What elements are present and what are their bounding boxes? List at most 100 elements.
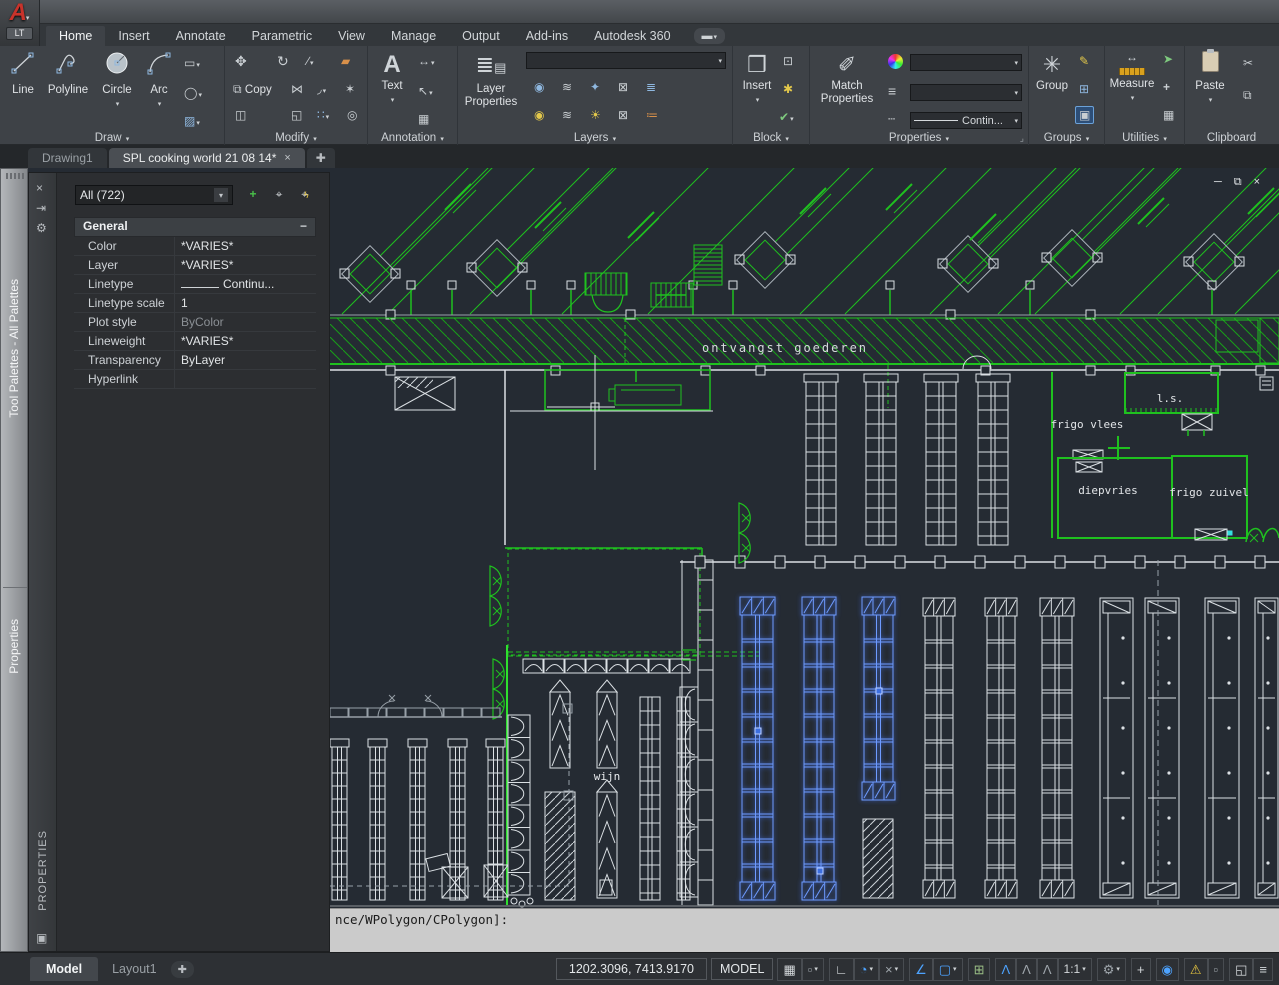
grid-icon[interactable]: ▦	[777, 958, 801, 981]
status-menu-icon[interactable]: ≡	[1253, 958, 1273, 981]
ribbon-tab-output[interactable]: Output	[449, 26, 513, 46]
layer-lock-icon[interactable]: ⊠	[618, 80, 628, 94]
ribbon-tab-insert[interactable]: Insert	[105, 26, 162, 46]
tray-plus-icon[interactable]: +	[1131, 958, 1151, 981]
draw-panel-label[interactable]: Draw ▾	[0, 132, 224, 144]
layer-on-icon[interactable]: ◉	[534, 108, 544, 122]
hatch-tool-icon[interactable]: ▨▾	[184, 114, 200, 131]
arc-caret-icon[interactable]: ▾	[158, 101, 162, 108]
group-edit-icon[interactable]: ✎	[1079, 54, 1089, 68]
edit-block-icon[interactable]: ✱	[783, 82, 793, 96]
polar-tracking-icon[interactable]: ◔▾	[854, 958, 879, 981]
copy-clip-icon[interactable]: ⧉	[1243, 88, 1252, 102]
text-button[interactable]: A Text▾	[374, 50, 410, 107]
fullscreen-icon[interactable]: ◱	[1229, 958, 1253, 981]
osnap-icon[interactable]: ▢▾	[933, 958, 963, 981]
palette-grip[interactable]	[6, 173, 24, 179]
new-drawing-tab-button[interactable]: ✚	[307, 148, 335, 168]
trim-icon[interactable]: ∕▾	[307, 54, 314, 71]
layer-isolate-icon[interactable]: ✦	[590, 80, 600, 94]
quick-calc-icon[interactable]: ▦	[1163, 108, 1174, 122]
measure-caret-icon[interactable]: ▾	[1131, 95, 1135, 102]
file-tab-drawing1[interactable]: Drawing1	[28, 148, 107, 168]
layer-dropdown[interactable]: ▾	[526, 52, 726, 69]
drawing-minimize-icon[interactable]: ─	[1214, 176, 1222, 189]
autocad-logo[interactable]: A▾ LT	[0, 0, 40, 46]
graphics-warning-icon[interactable]: ⚠	[1184, 958, 1208, 981]
paste-caret-icon[interactable]: ▾	[1209, 97, 1213, 104]
block-attributes-icon[interactable]: ✔▾	[779, 110, 794, 127]
selection-filter-dropdown[interactable]: All (722) ▾	[75, 185, 233, 205]
fillet-icon[interactable]: ◞▾	[317, 82, 326, 99]
model-space[interactable]: ontvangst goederen l.s. frigo vlees diep…	[330, 168, 1279, 908]
text-caret-icon[interactable]: ▾	[391, 97, 395, 104]
move-icon[interactable]: ✥	[235, 54, 247, 68]
ungroup-icon[interactable]: ⊞	[1079, 82, 1089, 96]
annotation-scale-value[interactable]: 1:1▾	[1058, 958, 1092, 981]
insert-caret-icon[interactable]: ▾	[756, 97, 760, 104]
annotation-visibility-icon[interactable]: Λ	[995, 958, 1016, 981]
stretch-icon[interactable]: ◫	[235, 108, 246, 122]
circle-caret-icon[interactable]: ▾	[116, 101, 120, 108]
file-tab-current[interactable]: SPL cooking world 21 08 14* ×	[109, 148, 305, 168]
selection-dropdown-caret-icon[interactable]: ▾	[214, 188, 228, 202]
copy-button[interactable]: ⧉ Copy	[233, 82, 272, 97]
select-objects-icon[interactable]: ⌖	[269, 185, 289, 205]
layer-unisolate-icon[interactable]: ☀	[590, 108, 601, 122]
general-section-header[interactable]: General −	[74, 217, 316, 237]
palette-close-icon[interactable]: ×	[36, 181, 43, 195]
file-tab-close-icon[interactable]: ×	[284, 152, 290, 164]
layer-off-icon[interactable]: ◉	[534, 80, 544, 94]
layout1-tab[interactable]: Layout1	[98, 957, 170, 981]
drawing-close-icon[interactable]: ×	[1254, 176, 1260, 189]
groups-panel-label[interactable]: Groups ▾	[1029, 132, 1104, 144]
lineweight-dropdown[interactable]: ▾	[910, 84, 1022, 101]
layer-properties-button[interactable]: ≣▤ Layer Properties	[460, 50, 522, 109]
layer-unlock-icon[interactable]: ⊠	[618, 108, 628, 122]
utilities-panel-label[interactable]: Utilities ▾	[1105, 132, 1184, 144]
display-config-icon[interactable]: ▫	[1208, 958, 1225, 981]
polyline-button[interactable]: Polyline	[42, 50, 94, 97]
ribbon-tab-addins[interactable]: Add-ins	[513, 26, 581, 46]
cut-icon[interactable]: ✂	[1243, 56, 1253, 70]
section-collapse-icon[interactable]: −	[300, 219, 307, 235]
quick-select-icon[interactable]: ➤	[1163, 52, 1173, 66]
ribbon-tab-view[interactable]: View	[325, 26, 378, 46]
command-line[interactable]: nce/WPolygon/CPolygon]:	[330, 908, 1279, 952]
leader-icon[interactable]: ↖▾	[418, 84, 433, 101]
snap-object-icon[interactable]: ⊞	[968, 958, 991, 981]
match-properties-button[interactable]: ✐ Match Properties	[812, 50, 882, 106]
layer-freeze-icon[interactable]: ≋	[562, 80, 572, 94]
circle-button[interactable]: Circle▾	[96, 50, 138, 111]
create-block-icon[interactable]: ⊡	[783, 54, 793, 68]
ortho-icon[interactable]: ∟	[829, 958, 854, 981]
otrack-icon[interactable]: ∠	[909, 958, 933, 981]
arc-button[interactable]: Arc▾	[140, 50, 178, 111]
layers-panel-label[interactable]: Layers ▾	[458, 132, 732, 144]
id-point-icon[interactable]: +	[1163, 80, 1170, 94]
paste-button[interactable]: Paste▾	[1189, 50, 1231, 107]
properties-panel-label[interactable]: Properties ▾ ⌟	[810, 132, 1028, 144]
isolate-objects-icon[interactable]: ◉	[1156, 958, 1179, 981]
group-button[interactable]: ✳ Group	[1031, 50, 1073, 93]
ribbon-tab-manage[interactable]: Manage	[378, 26, 449, 46]
quick-select-palette-icon[interactable]: ⌖ϟ	[295, 185, 315, 205]
object-color-dropdown[interactable]: ▾	[910, 54, 1022, 71]
modify-panel-label[interactable]: Modify ▾	[225, 132, 367, 144]
snap-grid-icon[interactable]: ▫▾	[802, 958, 824, 981]
autoscale-icon[interactable]: Λ	[1016, 958, 1037, 981]
ellipse-tool-icon[interactable]: ◯▾	[184, 86, 202, 103]
layer-current-icon[interactable]: ≣	[646, 80, 656, 94]
ribbon-tab-home[interactable]: Home	[46, 26, 105, 46]
scale-icon[interactable]: ◱	[291, 108, 302, 122]
layer-thaw-icon[interactable]: ≋	[562, 108, 572, 122]
ribbon-display-toggle[interactable]: ▬▾	[694, 28, 726, 44]
dimension-icon[interactable]: ↔▾	[418, 54, 435, 71]
line-button[interactable]: Line	[4, 50, 42, 97]
rotate-icon[interactable]: ↻	[277, 54, 289, 68]
measure-button[interactable]: ↔ Measure▾	[1107, 50, 1157, 105]
insert-button[interactable]: ❒ Insert▾	[735, 50, 779, 107]
mirror-icon[interactable]: ⋈	[291, 82, 303, 96]
isodraft-icon[interactable]: ×▾	[879, 958, 904, 981]
ribbon-tab-parametric[interactable]: Parametric	[239, 26, 325, 46]
